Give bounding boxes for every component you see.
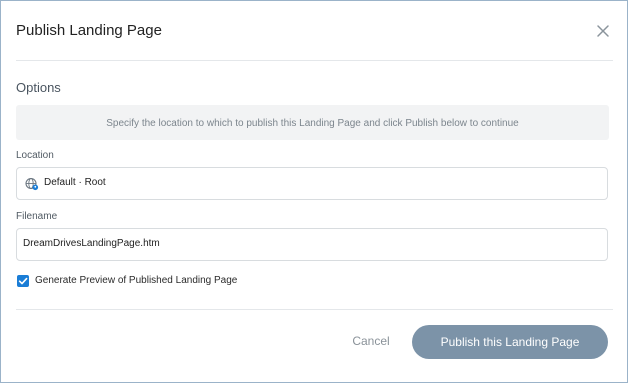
close-icon	[597, 25, 609, 37]
generate-preview-checkbox[interactable]	[17, 275, 29, 287]
dialog-title: Publish Landing Page	[16, 22, 162, 39]
location-value: Default · Root	[44, 177, 106, 188]
publish-dialog: Publish Landing Page Options Specify the…	[0, 0, 628, 383]
checkmark-icon	[18, 277, 28, 285]
generate-preview-label[interactable]: Generate Preview of Published Landing Pa…	[35, 275, 237, 286]
info-message: Specify the location to which to publish…	[16, 105, 609, 140]
filename-input[interactable]: DreamDrivesLandingPage.htm	[16, 228, 608, 261]
location-field[interactable]: Default · Root	[16, 167, 608, 200]
publish-button[interactable]: Publish this Landing Page	[412, 325, 608, 359]
footer-divider	[16, 309, 613, 310]
filename-value: DreamDrivesLandingPage.htm	[23, 238, 160, 249]
header-divider	[16, 60, 613, 61]
location-label: Location	[16, 150, 54, 161]
globe-location-icon	[25, 177, 39, 191]
close-button[interactable]	[593, 21, 613, 41]
options-section-title: Options	[16, 80, 61, 95]
cancel-button[interactable]: Cancel	[341, 329, 401, 353]
filename-label: Filename	[16, 211, 58, 222]
